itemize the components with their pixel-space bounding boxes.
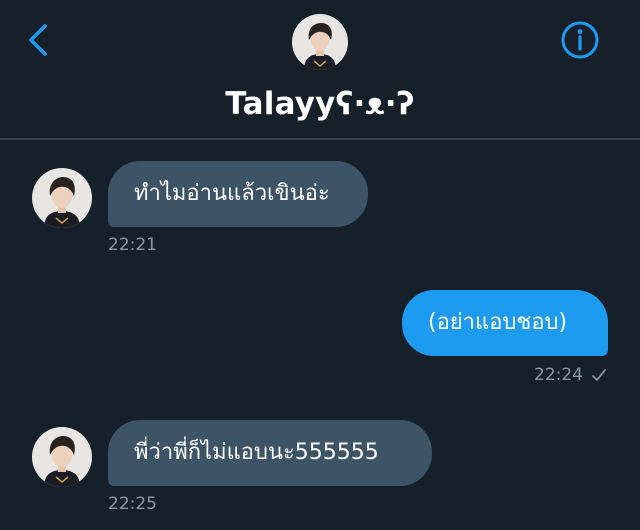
conversation-header: Talayyʕ·ᴥ·ʔ xyxy=(0,0,640,140)
message-bubble-incoming[interactable]: พี่ว่าพี่ก็ไม่แอบนะ555555 xyxy=(108,420,432,486)
checkmark-icon xyxy=(592,369,606,381)
conversation-info-button[interactable] xyxy=(560,18,600,62)
avatar-image xyxy=(32,168,92,228)
message-bubble-outgoing[interactable]: (อย่าแอบชอบ) xyxy=(402,290,608,356)
dm-conversation-screen: Talayyʕ·ᴥ·ʔ ทำไมอ่านแล้วเขินอ่ะ 22:21 (อ… xyxy=(0,0,640,530)
message-text: ทำไมอ่านแล้วเขินอ่ะ xyxy=(134,181,330,206)
sender-avatar[interactable] xyxy=(32,168,92,228)
conversation-title: Talayyʕ·ᴥ·ʔ xyxy=(225,86,415,122)
message-timestamp: 22:21 xyxy=(108,235,157,255)
back-button[interactable] xyxy=(24,20,56,60)
sender-avatar[interactable] xyxy=(32,427,92,487)
conversation-avatar[interactable] xyxy=(292,14,348,70)
avatar-image xyxy=(292,14,348,70)
message-text: พี่ว่าพี่ก็ไม่แอบนะ555555 xyxy=(134,440,379,465)
header-divider xyxy=(0,138,640,140)
message-text: (อย่าแอบชอบ) xyxy=(428,310,568,335)
info-circle-icon xyxy=(561,21,599,59)
chevron-left-icon xyxy=(29,24,47,56)
message-bubble-incoming[interactable]: ทำไมอ่านแล้วเขินอ่ะ xyxy=(108,161,368,227)
avatar-image xyxy=(32,427,92,487)
message-timestamp: 22:25 xyxy=(108,494,157,514)
message-timestamp: 22:24 xyxy=(534,365,583,385)
